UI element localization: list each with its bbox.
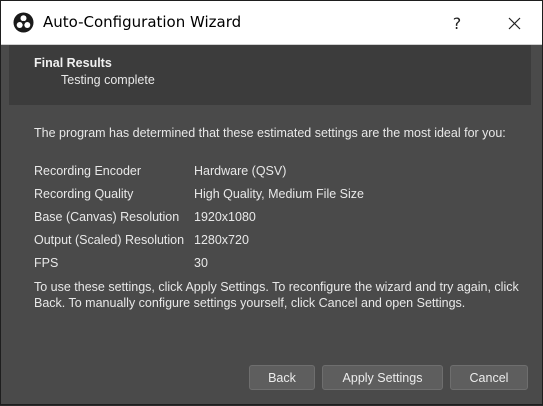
setting-value: 30: [194, 256, 208, 270]
settings-row-fps: FPS 30: [34, 256, 514, 274]
apply-settings-button[interactable]: Apply Settings: [322, 365, 443, 390]
setting-value: Hardware (QSV): [194, 164, 287, 178]
setting-label: Base (Canvas) Resolution: [34, 210, 180, 224]
page-title: Final Results: [34, 56, 112, 70]
cancel-button[interactable]: Cancel: [450, 365, 528, 390]
close-button[interactable]: [490, 1, 538, 45]
title-bar: Auto-Configuration Wizard ?: [1, 1, 542, 45]
settings-row-output-resolution: Output (Scaled) Resolution 1280x720: [34, 233, 514, 251]
settings-row-quality: Recording Quality High Quality, Medium F…: [34, 187, 514, 205]
setting-label: Output (Scaled) Resolution: [34, 233, 185, 247]
setting-label: FPS: [34, 256, 59, 270]
settings-row-encoder: Recording Encoder Hardware (QSV): [34, 164, 514, 182]
setting-value: 1280x720: [194, 233, 249, 247]
close-icon: [508, 17, 520, 29]
intro-text: The program has determined that these es…: [34, 126, 506, 140]
settings-row-base-resolution: Base (Canvas) Resolution 1920x1080: [34, 210, 514, 228]
back-button[interactable]: Back: [249, 365, 315, 390]
setting-label: Recording Quality: [34, 187, 134, 201]
setting-value: High Quality, Medium File Size: [194, 187, 364, 201]
setting-label: Recording Encoder: [34, 164, 142, 178]
setting-value: 1920x1080: [194, 210, 256, 224]
wizard-window: Auto-Configuration Wizard ? Final Result…: [0, 0, 543, 405]
wizard-content: Final Results Testing complete The progr…: [1, 45, 542, 406]
page-subtitle: Testing complete: [61, 73, 155, 87]
obs-logo-icon: [13, 12, 34, 33]
help-button[interactable]: ?: [433, 1, 481, 45]
results-header: Final Results Testing complete: [9, 45, 531, 105]
instructions-text: To use these settings, click Apply Setti…: [34, 280, 519, 310]
window-title: Auto-Configuration Wizard: [43, 13, 242, 31]
